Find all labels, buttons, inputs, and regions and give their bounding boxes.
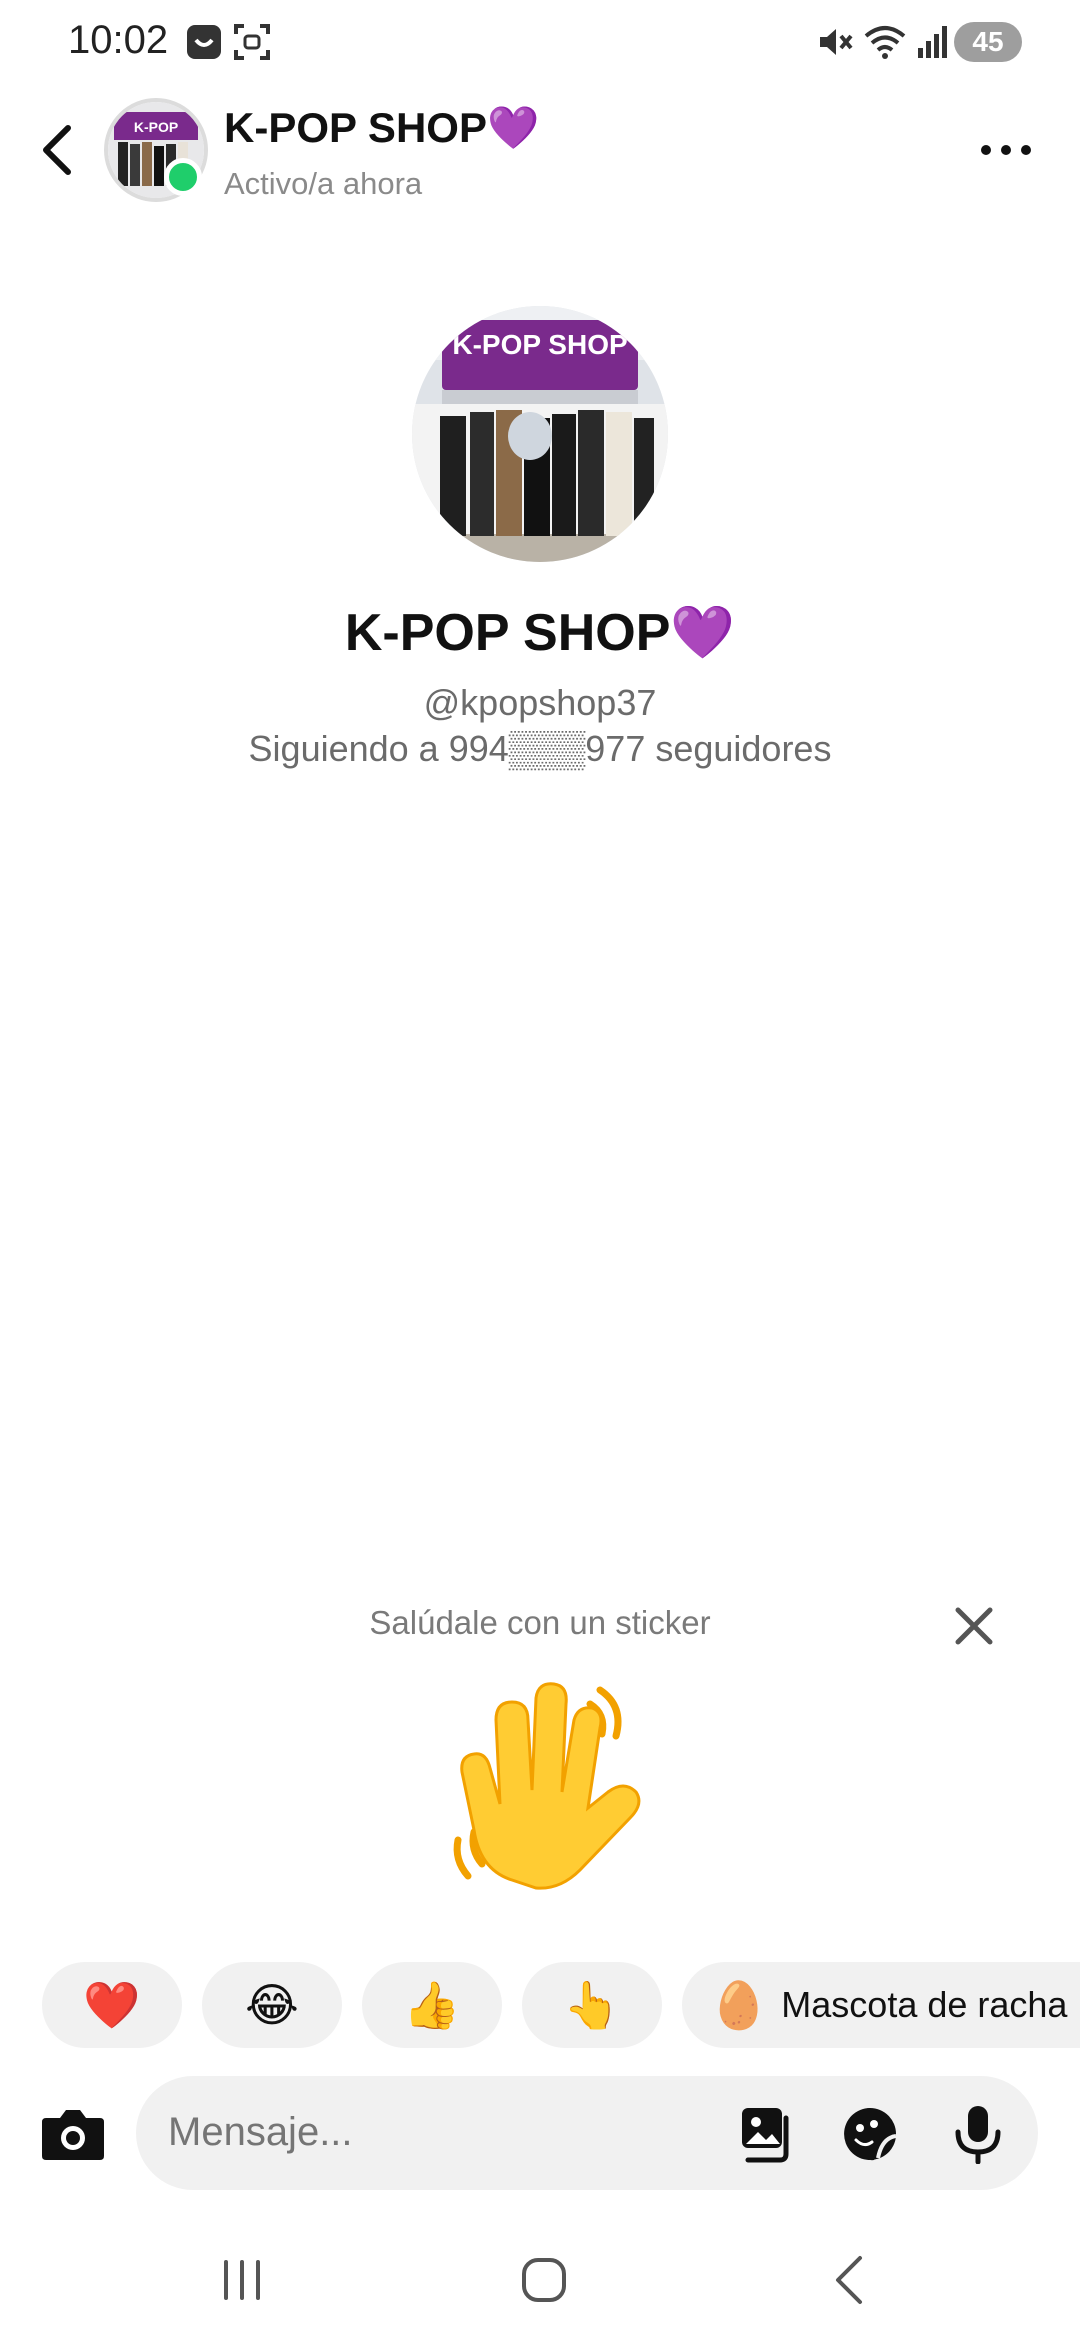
quick-reaction-heart[interactable]: ❤️ [42,1962,182,2048]
header-contact-name[interactable]: K-POP SHOP💜 [224,104,539,153]
pointing-emoji-icon: 👆 [563,1978,621,2031]
sticker-icon[interactable] [840,2104,900,2164]
profile-handle: @kpopshop37 [423,682,657,723]
screenshot-icon [234,24,270,60]
battery-icon: 45 [954,22,1022,62]
online-status-dot [164,158,202,196]
recent-apps-icon[interactable] [212,2250,272,2310]
thumbs-up-emoji-icon: 👍 [403,1978,461,2031]
quick-reaction-thumbs-up[interactable]: 👍 [362,1962,502,2048]
nav-back-icon[interactable] [820,2250,880,2310]
quick-reaction-pointing[interactable]: 👆 [522,1962,662,2048]
app-icon [187,25,221,59]
back-arrow-icon[interactable] [34,120,82,180]
heart-emoji-icon: ❤️ [83,1978,141,2031]
close-icon[interactable] [952,1604,996,1648]
profile-follow-stats: Siguiendo a 994▒▒▒977 seguidores [248,728,832,769]
egg-emoji-icon: 🥚 [710,1978,768,2031]
mute-icon [820,29,853,55]
signal-icon [918,26,947,58]
streak-pet-label: Mascota de racha [781,1984,1068,2025]
laughing-emoji-icon: 😂 [245,1979,299,2031]
message-input[interactable] [168,2110,668,2155]
home-icon[interactable] [514,2250,574,2310]
profile-photo: K-POP SHOP [412,306,668,562]
header-active-status: Activo/a ahora [224,166,423,201]
waving-hand-sticker[interactable] [440,1680,660,1900]
profile-name: K-POP SHOP💜 [344,604,736,662]
gallery-icon[interactable] [736,2104,796,2164]
avatar-sign-text: K-POP SHOP [452,329,627,360]
profile-avatar[interactable]: K-POP SHOP [412,306,668,562]
message-bar [136,2076,1038,2190]
streak-pet-button[interactable]: 🥚 Mascota de racha [682,1962,1080,2048]
wifi-icon [864,26,906,59]
microphone-icon[interactable] [948,2104,1008,2164]
svg-text:K-POP: K-POP [134,119,178,135]
quick-reaction-laughing[interactable]: 😂 [202,1962,342,2048]
status-bar: 10:02 45 [0,0,1080,84]
status-time: 10:02 [68,18,169,62]
camera-icon[interactable] [40,2104,106,2162]
sticker-prompt-text: Salúdale con un sticker [369,1604,711,1641]
more-options-icon[interactable] [976,130,1036,170]
